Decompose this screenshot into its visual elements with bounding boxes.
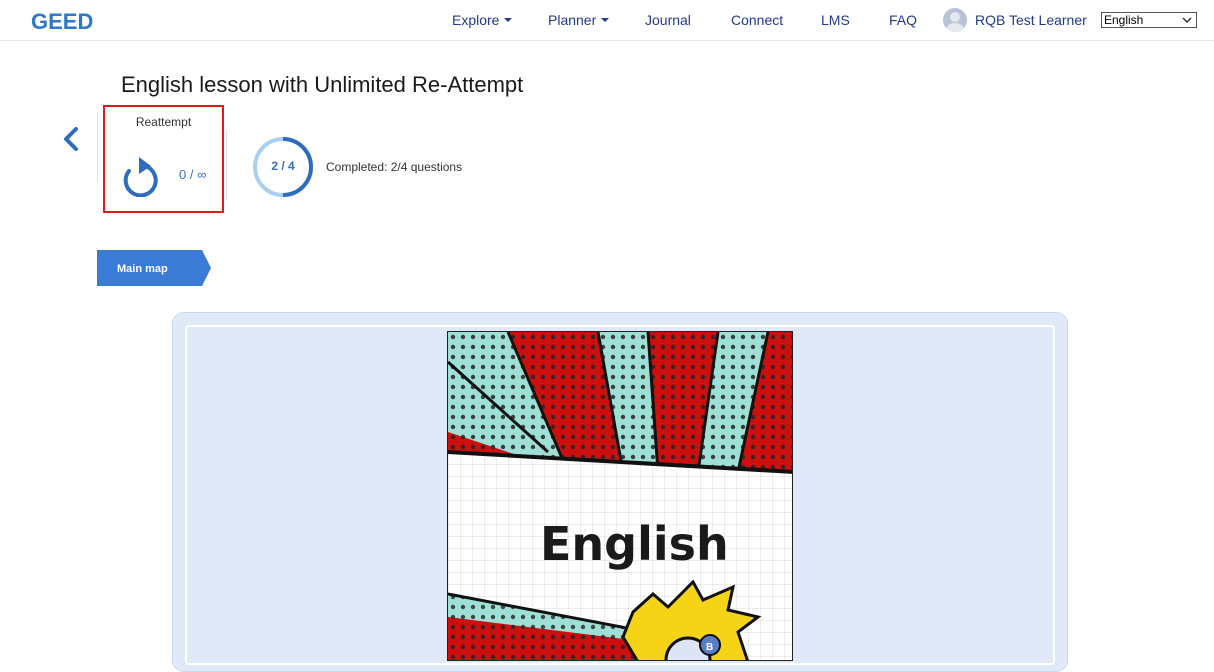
- svg-text:GEED: GEED: [31, 9, 93, 34]
- logo-icon[interactable]: GEED: [31, 8, 105, 34]
- main-map-label: Main map: [117, 263, 168, 275]
- chevron-down-icon: [601, 18, 610, 23]
- language-select[interactable]: English: [1101, 12, 1197, 28]
- reattempt-icon[interactable]: [121, 157, 159, 197]
- nav-connect[interactable]: Connect: [731, 12, 783, 28]
- svg-text:B: B: [706, 642, 713, 653]
- chevron-down-icon: [504, 18, 513, 23]
- chevron-down-icon: [1182, 17, 1192, 24]
- divider: [226, 130, 227, 200]
- progress-label: 2 / 4: [271, 159, 295, 173]
- user-name[interactable]: RQB Test Learner: [975, 12, 1087, 28]
- reattempt-panel[interactable]: Reattempt 0 / ∞: [103, 105, 224, 213]
- back-chevron-icon[interactable]: [62, 126, 80, 152]
- page-title: English lesson with Unlimited Re-Attempt: [121, 72, 524, 97]
- nav-lms[interactable]: LMS: [821, 12, 850, 28]
- language-select-value: English: [1104, 13, 1144, 27]
- reattempt-label: Reattempt: [135, 115, 192, 129]
- cover-art: English B: [448, 332, 792, 660]
- cover-title: English: [540, 517, 729, 571]
- reattempt-count: 0 / ∞: [179, 167, 207, 182]
- nav-planner[interactable]: Planner: [548, 12, 610, 28]
- nav-journal[interactable]: Journal: [645, 12, 691, 28]
- top-navigation-bar: GEED Explore Planner Journal Connect LMS…: [0, 0, 1214, 41]
- divider: [97, 112, 98, 182]
- nav-explore[interactable]: Explore: [452, 12, 513, 28]
- avatar-icon[interactable]: [943, 8, 967, 32]
- nav-faq[interactable]: FAQ: [889, 12, 917, 28]
- lesson-cover-image[interactable]: English B: [447, 331, 793, 661]
- completed-text: Completed: 2/4 questions: [326, 160, 463, 174]
